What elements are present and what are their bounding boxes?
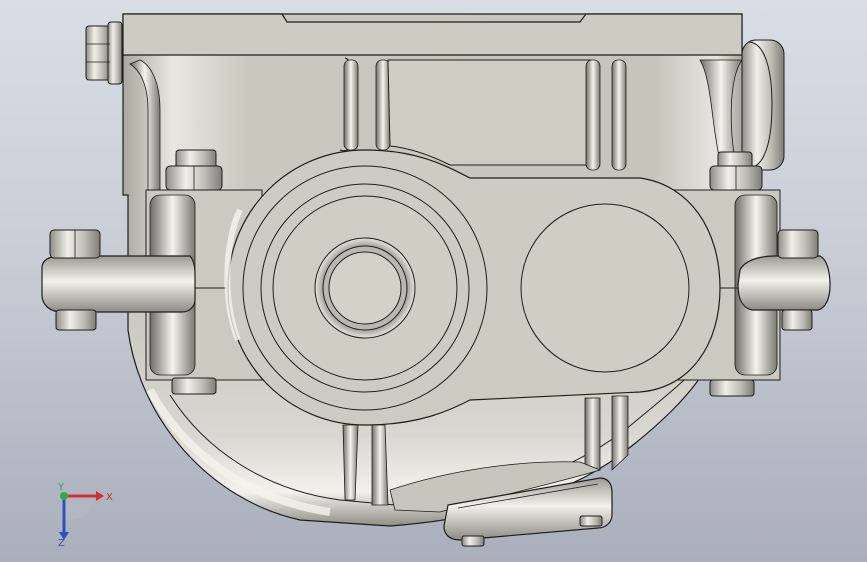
triad-x-arrow (96, 491, 104, 501)
triad-y-label: Y (57, 482, 65, 493)
triad-y-axis-dot (60, 492, 68, 500)
orientation-triad: X Y Z (57, 482, 113, 548)
bottom-bolt-right[interactable] (709, 379, 755, 397)
triad-z-label: Z (58, 538, 65, 548)
top-left-bolt[interactable] (85, 21, 123, 85)
gearbox-housing-model[interactable] (0, 0, 867, 562)
right-side-boss[interactable] (741, 39, 785, 171)
graphics-viewport[interactable]: X Y Z (0, 0, 867, 562)
bottom-bolt-left[interactable] (171, 377, 217, 395)
output-shaft-cover[interactable] (520, 203, 690, 373)
triad-x-label: X (106, 492, 113, 503)
triad-origin-shadow (64, 496, 94, 520)
